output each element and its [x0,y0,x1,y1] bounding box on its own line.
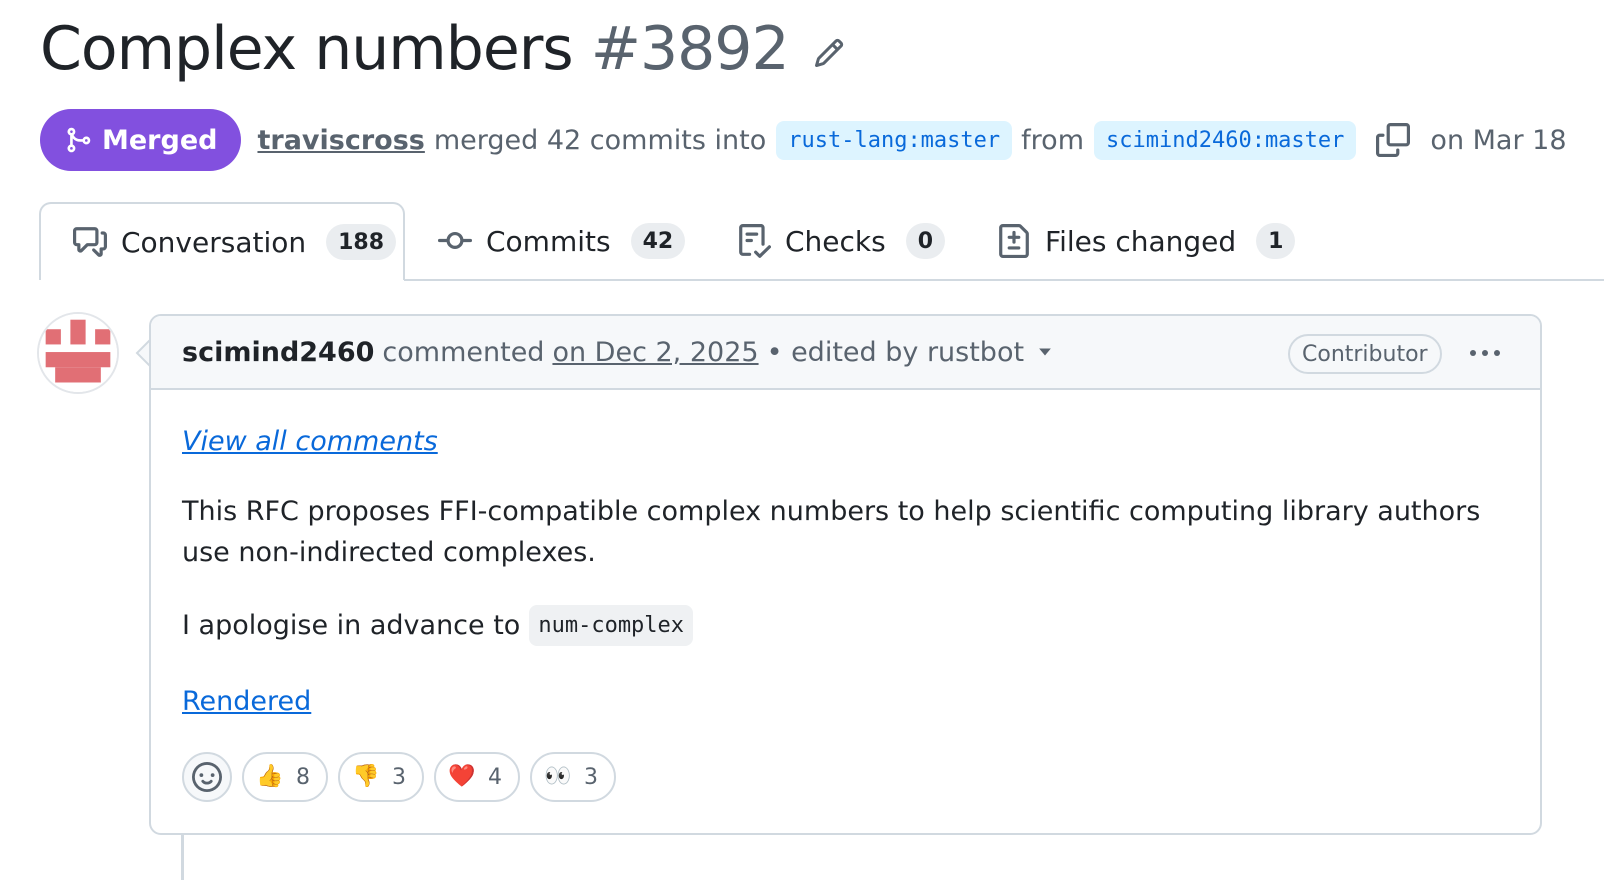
contributor-badge: Contributor [1288,334,1442,374]
checklist-icon [739,224,771,258]
triangle-down-icon [1039,348,1051,356]
comment-date[interactable]: on Dec 2, 2025 [552,337,758,368]
pr-tabs: Conversation 188 Commits 42 Checks 0 Fil… [0,202,1604,281]
merge-action-text: merged 42 commits into [433,124,767,156]
git-commit-icon [438,231,472,249]
comment-paragraph: This RFC proposes FFI-compatible complex… [182,496,1481,568]
reaction-thumbs-up[interactable]: 👍 8 [242,752,328,802]
git-merge-icon [67,127,91,153]
comment-header: scimind2460 commented on Dec 2, 2025 • e… [151,316,1540,390]
pencil-icon[interactable] [813,37,845,69]
merged-state-badge: Merged [40,109,242,171]
avatar[interactable] [37,312,119,394]
file-diff-icon [999,224,1029,258]
copy-icon[interactable] [1376,123,1411,157]
pr-meta-row: Merged traviscross merged 42 commits int… [40,109,1567,171]
inline-code: num-complex [529,605,694,646]
tab-counter: 0 [905,223,946,259]
comment-apology: I apologise in advance to num-complex [182,605,1509,646]
edited-text: • edited by rustbot [766,336,1025,368]
merge-date: on Mar 18 [1430,124,1567,156]
apology-text: I apologise in advance to [182,610,521,641]
from-text: from [1021,124,1084,156]
timeline-line [181,835,184,880]
pr-title: Complex numbers [40,14,574,84]
tab-conversation[interactable]: Conversation 188 [39,202,405,280]
kebab-horizontal-icon[interactable] [1467,338,1503,368]
tab-label: Checks [785,224,886,258]
tab-counter: 1 [1256,223,1296,259]
state-label: Merged [102,124,218,156]
smiley-icon [192,762,222,792]
tab-label: Files changed [1045,224,1237,258]
add-reaction-button[interactable] [182,752,232,802]
tab-counter: 42 [630,223,686,259]
tab-counter: 188 [326,224,397,260]
reaction-count: 8 [296,764,310,790]
reaction-count: 3 [584,764,598,790]
tab-files-changed[interactable]: Files changed 1 [997,202,1296,280]
pr-number: #3892 [590,14,790,84]
reactions-bar: 👍 8 👎 3 ❤️ 4 👀 3 [182,752,616,802]
view-all-comments-link[interactable]: View all comments [182,426,438,457]
head-branch[interactable]: scimind2460:master [1094,120,1357,160]
comment-author[interactable]: scimind2460 [182,337,374,368]
tab-commits[interactable]: Commits 42 [438,202,686,280]
heart-icon: ❤️ [448,764,476,789]
rendered-link[interactable]: Rendered [182,686,311,717]
edited-history[interactable]: • edited by rustbot [767,337,1053,368]
title-row: Complex numbers #3892 [40,14,845,84]
thumbs-up-icon: 👍 [256,764,284,789]
pull-request-page: Complex numbers #3892 Merged traviscross… [0,0,1604,880]
tab-label: Commits [486,224,611,258]
reaction-heart[interactable]: ❤️ 4 [434,752,520,802]
eyes-icon: 👀 [544,764,572,789]
comment-discussion-icon [73,227,107,257]
tab-checks[interactable]: Checks 0 [737,202,946,280]
identicon-avatar [39,314,117,392]
merger-link[interactable]: traviscross [257,125,424,156]
comment-card: scimind2460 commented on Dec 2, 2025 • e… [149,314,1542,835]
reaction-eyes[interactable]: 👀 3 [530,752,616,802]
comment-verb: commented [382,336,545,368]
base-branch[interactable]: rust-lang:master [776,120,1013,160]
thumbs-down-icon: 👎 [352,764,380,789]
comment-body: View all comments This RFC proposes FFI-… [151,390,1540,717]
reaction-count: 4 [488,764,502,790]
reaction-count: 3 [392,764,406,790]
tab-label: Conversation [121,225,307,259]
reaction-thumbs-down[interactable]: 👎 3 [338,752,424,802]
